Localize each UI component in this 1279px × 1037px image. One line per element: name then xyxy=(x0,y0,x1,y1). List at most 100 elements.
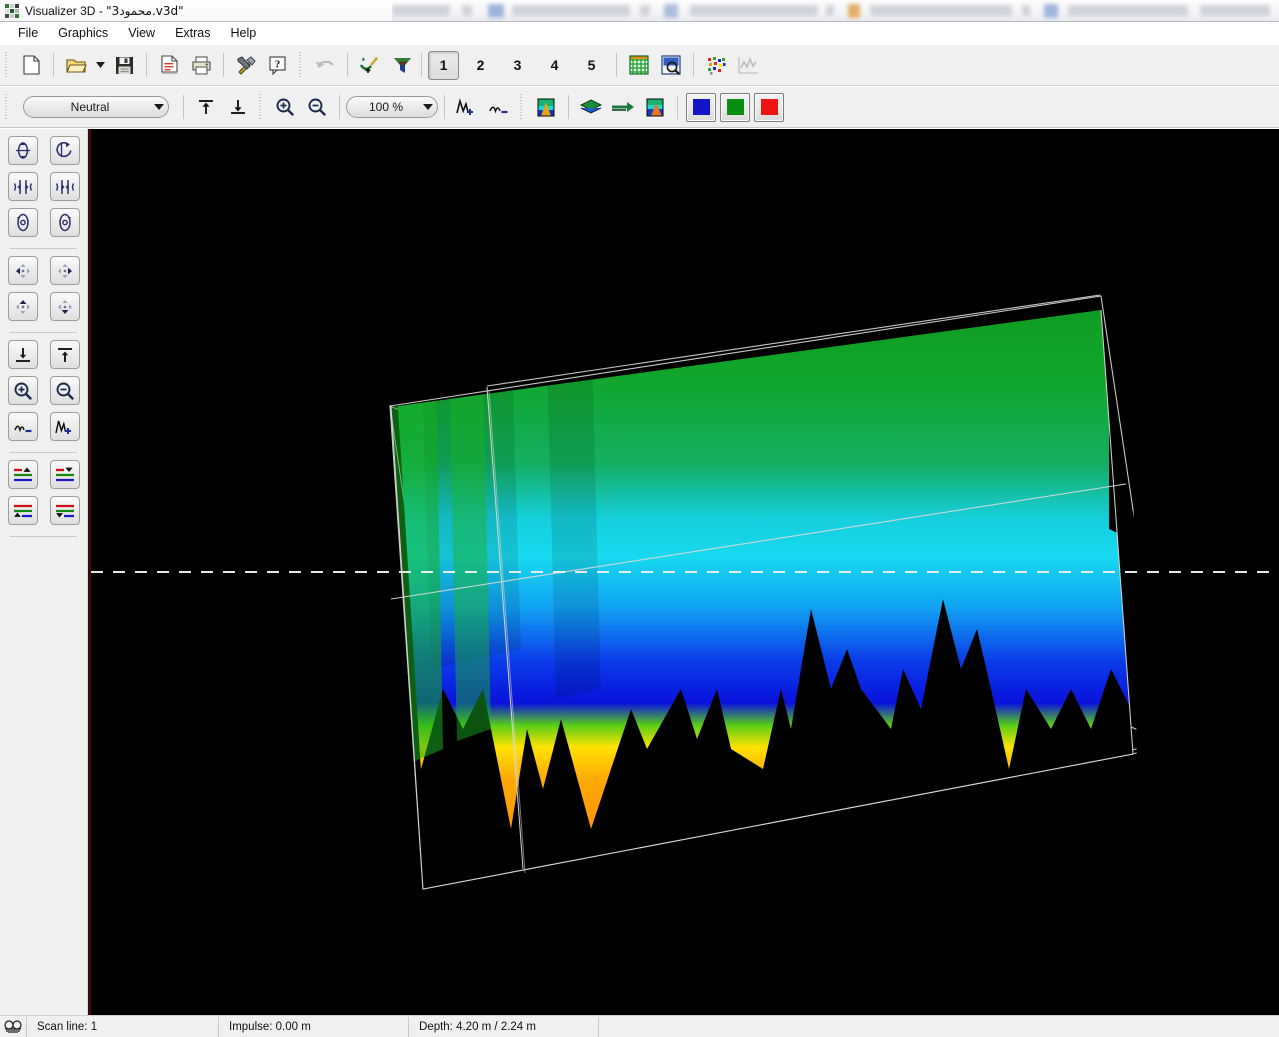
surface-map-button[interactable] xyxy=(531,93,561,121)
rotate-y-right-button[interactable] xyxy=(49,172,80,201)
menu-view[interactable]: View xyxy=(118,24,165,42)
palette-combo[interactable]: Neutral xyxy=(23,96,169,118)
zoom-group-grip[interactable] xyxy=(258,94,265,120)
window-title-file: "3محمود.v3d" xyxy=(106,3,184,18)
view-toolbar-grip[interactable] xyxy=(4,94,11,120)
lower-plane-button[interactable] xyxy=(7,340,38,369)
viewport-container[interactable] xyxy=(88,129,1279,1015)
view-zoom-out-button[interactable] xyxy=(49,376,80,405)
rotate-x-up-button[interactable] xyxy=(7,136,38,165)
rotate-z-right-button[interactable] xyxy=(49,208,80,237)
chevron-down-icon xyxy=(150,104,168,110)
view-button-5[interactable]: 5 xyxy=(576,51,607,80)
report-button[interactable] xyxy=(154,51,184,79)
points-view-button[interactable] xyxy=(701,51,731,79)
toolbar-grip[interactable] xyxy=(4,52,11,78)
main-toolbar: ? 1 2 3 4 5 xyxy=(0,44,1279,86)
view-button-2[interactable]: 2 xyxy=(465,51,496,80)
view-button-3[interactable]: 3 xyxy=(502,51,533,80)
rotation-row-1 xyxy=(0,136,87,165)
3d-surface-render xyxy=(91,294,1279,890)
sidebar-divider-4 xyxy=(10,536,77,537)
zoom-combo[interactable]: 100 % xyxy=(346,96,438,118)
menu-extras[interactable]: Extras xyxy=(165,24,220,42)
signal-increase-button[interactable] xyxy=(452,93,482,121)
color-swatch-red[interactable] xyxy=(754,92,784,122)
view-button-4[interactable]: 4 xyxy=(539,51,570,80)
zoom-combo-value: 100 % xyxy=(368,100,404,114)
rotation-row-3 xyxy=(0,208,87,237)
scan-pattern-icon xyxy=(0,1020,26,1033)
menu-file[interactable]: File xyxy=(8,24,48,42)
grid-view-button[interactable] xyxy=(624,51,654,79)
view-zoom-in-button[interactable] xyxy=(7,376,38,405)
slice-button[interactable] xyxy=(608,93,638,121)
color-lower-raise-button[interactable] xyxy=(7,496,38,525)
visualizer-3d-window: Visualizer 3D - "3محمود.v3d" File Graphi… xyxy=(0,0,1279,1037)
amplitude-down-button[interactable] xyxy=(7,412,38,441)
toolbar-grip-2[interactable] xyxy=(298,52,305,78)
color-swatch-green[interactable] xyxy=(720,92,750,122)
settings-button[interactable] xyxy=(231,51,261,79)
status-bar: Scan line: 1 Impulse: 0.00 m Depth: 4.20… xyxy=(0,1015,1279,1037)
palette-combo-value: Neutral xyxy=(70,100,110,114)
sidebar-divider-2 xyxy=(10,332,77,333)
window-title-separator: - xyxy=(95,3,107,18)
status-impulse: Impulse: 0.00 m xyxy=(218,1016,408,1037)
graph-view-button[interactable] xyxy=(733,51,763,79)
top-align-button[interactable] xyxy=(191,93,221,121)
new-file-button[interactable] xyxy=(16,51,46,79)
transform-sidebar xyxy=(0,129,88,1037)
inspect-view-button[interactable] xyxy=(656,51,686,79)
texture-map-button[interactable] xyxy=(640,93,670,121)
pan-right-button[interactable] xyxy=(49,256,80,285)
undo-button[interactable] xyxy=(310,51,340,79)
open-file-button[interactable] xyxy=(61,51,91,79)
bottom-align-button[interactable] xyxy=(223,93,253,121)
sidebar-divider-1 xyxy=(10,248,77,249)
plane-row xyxy=(0,340,87,369)
raise-plane-button[interactable] xyxy=(49,340,80,369)
print-button[interactable] xyxy=(186,51,216,79)
color-upper-lower-button[interactable] xyxy=(49,460,80,489)
svg-text:?: ? xyxy=(275,58,281,70)
amplitude-up-button[interactable] xyxy=(49,412,80,441)
menu-help[interactable]: Help xyxy=(221,24,267,42)
amplitude-row xyxy=(0,412,87,441)
color-range-row-1 xyxy=(0,460,87,489)
amplitude-surface xyxy=(391,310,1133,889)
open-recent-dropdown[interactable] xyxy=(93,51,107,79)
pan-row-1 xyxy=(0,256,87,285)
help-button[interactable]: ? xyxy=(263,51,293,79)
chevron-down-icon-2 xyxy=(419,104,437,110)
3d-viewport[interactable] xyxy=(91,129,1279,1015)
status-depth: Depth: 4.20 m / 2.24 m xyxy=(408,1016,598,1037)
view-button-1[interactable]: 1 xyxy=(428,50,459,80)
pan-up-button[interactable] xyxy=(7,292,38,321)
pan-row-2 xyxy=(0,292,87,321)
color-upper-raise-button[interactable] xyxy=(7,460,38,489)
pan-down-button[interactable] xyxy=(49,292,80,321)
zoom-in-button[interactable] xyxy=(270,93,300,121)
sidebar-divider-3 xyxy=(10,452,77,453)
color-swatch-blue[interactable] xyxy=(686,92,716,122)
filter-signal-button[interactable] xyxy=(355,51,385,79)
signal-decrease-button[interactable] xyxy=(484,93,514,121)
menu-graphics[interactable]: Graphics xyxy=(48,24,118,42)
rotation-row-2 xyxy=(0,172,87,201)
window-title: Visualizer 3D - "3محمود.v3d" xyxy=(25,4,184,18)
title-bar: Visualizer 3D - "3محمود.v3d" xyxy=(0,0,392,21)
rotate-y-left-button[interactable] xyxy=(7,172,38,201)
window-title-app: Visualizer 3D xyxy=(25,3,96,18)
color-lower-lower-button[interactable] xyxy=(49,496,80,525)
color-range-row-2 xyxy=(0,496,87,525)
filter-funnel-button[interactable] xyxy=(387,51,417,79)
rotate-x-down-button[interactable] xyxy=(49,136,80,165)
save-file-button[interactable] xyxy=(109,51,139,79)
layer-button[interactable] xyxy=(576,93,606,121)
view-zoom-row xyxy=(0,376,87,405)
pan-left-button[interactable] xyxy=(7,256,38,285)
surface-group-grip[interactable] xyxy=(519,94,526,120)
rotate-z-left-button[interactable] xyxy=(7,208,38,237)
zoom-out-button[interactable] xyxy=(302,93,332,121)
